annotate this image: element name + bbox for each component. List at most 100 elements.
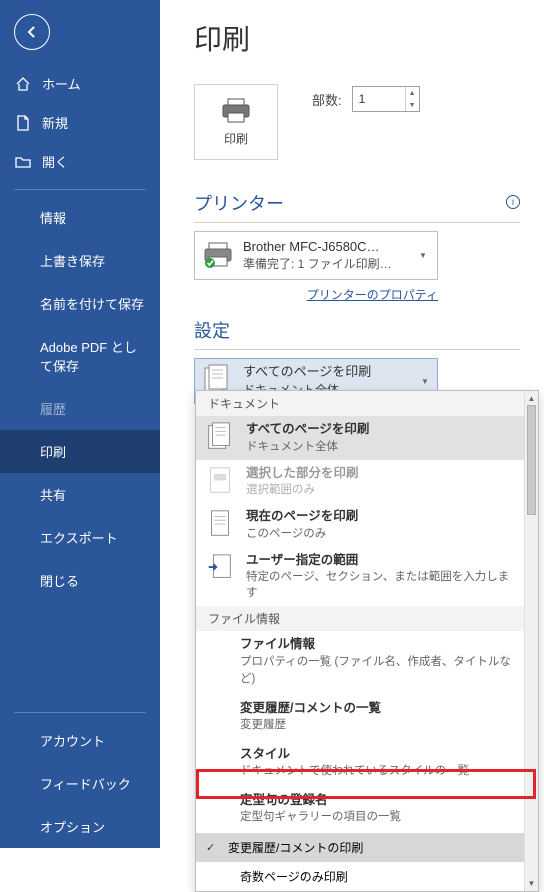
sidebar-item-label: 開く <box>42 152 68 171</box>
backstage-sidebar: ホーム 新規 開く 情報 上書き保存 名前を付けて保存 Adobe PDF とし… <box>0 0 160 848</box>
sidebar-item-share[interactable]: 共有 <box>0 473 160 516</box>
dropdown-item-sub: 特定のページ、セクション、または範囲を入力します <box>246 569 516 601</box>
printer-icon <box>221 98 251 124</box>
dropdown-item-sub: 変更履歴 <box>240 717 516 734</box>
page-selection-icon <box>204 465 236 497</box>
page-range-line1: すべてのページを印刷 <box>243 363 411 382</box>
sidebar-item-label: 印刷 <box>40 442 66 461</box>
print-button-label: 印刷 <box>224 130 248 147</box>
new-doc-icon <box>14 114 32 132</box>
page-title: 印刷 <box>194 18 520 58</box>
dropdown-item-sub: ドキュメント全体 <box>246 439 369 455</box>
sidebar-item-label: 情報 <box>40 208 66 227</box>
back-button[interactable] <box>14 14 50 50</box>
page-arrow-icon <box>204 552 236 584</box>
dropdown-item-title: 変更履歴/コメントの一覧 <box>240 699 516 718</box>
open-folder-icon <box>14 153 32 171</box>
dropdown-item-sub: プロパティの一覧 (ファイル名、作成者、タイトルなど) <box>240 654 516 689</box>
sidebar-item-label: 新規 <box>42 113 68 132</box>
dropdown-item-label: 奇数ページのみ印刷 <box>240 870 348 884</box>
sidebar-item-save-adobe-pdf[interactable]: Adobe PDF として保存 <box>0 325 160 387</box>
dropdown-item-title: ユーザー指定の範囲 <box>246 552 516 570</box>
check-icon: ✓ <box>206 841 218 854</box>
section-divider <box>194 222 520 223</box>
scroll-up-icon[interactable]: ▲ <box>525 391 538 405</box>
sidebar-item-saveas[interactable]: 名前を付けて保存 <box>0 282 160 325</box>
dropdown-item-all-pages[interactable]: すべてのページを印刷ドキュメント全体 <box>196 416 524 460</box>
single-page-icon <box>204 508 236 540</box>
printer-name: Brother MFC-J6580C… <box>243 238 409 256</box>
sidebar-item-home[interactable]: ホーム <box>0 64 160 103</box>
printer-properties-link[interactable]: プリンターのプロパティ <box>307 288 438 302</box>
back-arrow-icon <box>24 24 40 40</box>
copies-label: 部数: <box>312 90 342 109</box>
stepper-down-icon[interactable]: ▼ <box>406 99 419 111</box>
dropdown-item-title: スタイル <box>240 745 516 764</box>
section-title-printer: プリンター <box>194 190 284 216</box>
dropdown-item-current-page[interactable]: 現在のページを印刷このページのみ <box>196 503 524 547</box>
sidebar-item-export[interactable]: エクスポート <box>0 516 160 559</box>
sidebar-item-label: オプション <box>40 817 105 836</box>
scroll-thumb[interactable] <box>527 405 536 515</box>
sidebar-item-label: ホーム <box>42 74 81 93</box>
dropdown-item-title: 選択した部分を印刷 <box>246 465 359 483</box>
sidebar-item-open[interactable]: 開く <box>0 142 160 181</box>
dropdown-item-odd-pages[interactable]: 奇数ページのみ印刷 <box>196 862 524 891</box>
pages-stack-icon <box>204 421 236 453</box>
dropdown-item-markup-list[interactable]: 変更履歴/コメントの一覧 変更履歴 <box>196 695 524 741</box>
dropdown-item-sub: 選択範囲のみ <box>246 482 359 498</box>
dropdown-item-autotext[interactable]: 定型句の登録名 定型句ギャラリーの項目の一覧 <box>196 787 524 833</box>
sidebar-item-label: フィードバック <box>40 774 131 793</box>
page-range-dropdown: ドキュメント すべてのページを印刷ドキュメント全体 選択した部分を印刷選択範囲の… <box>195 390 539 892</box>
dropdown-item-sub: このページのみ <box>246 526 358 542</box>
sidebar-item-account[interactable]: アカウント <box>0 719 160 762</box>
dropdown-scrollbar[interactable]: ▲ ▼ <box>524 391 538 891</box>
dropdown-item-title: すべてのページを印刷 <box>246 421 369 439</box>
sidebar-item-close[interactable]: 閉じる <box>0 559 160 602</box>
dropdown-item-sub: ドキュメントで使われているスタイルの一覧 <box>240 763 516 780</box>
sidebar-item-label: 閉じる <box>40 571 79 590</box>
printer-status: 準備完了: 1 ファイル印刷… <box>243 256 409 273</box>
chevron-down-icon: ▼ <box>421 377 431 386</box>
sidebar-divider <box>14 712 146 713</box>
copies-value: 1 <box>353 92 405 106</box>
sidebar-item-feedback[interactable]: フィードバック <box>0 762 160 805</box>
home-icon <box>14 75 32 93</box>
chevron-down-icon: ▼ <box>419 251 429 260</box>
section-title-settings: 設定 <box>194 317 520 343</box>
sidebar-item-save[interactable]: 上書き保存 <box>0 239 160 282</box>
dropdown-item-styles[interactable]: スタイル ドキュメントで使われているスタイルの一覧 <box>196 741 524 787</box>
printer-ready-icon <box>203 242 233 268</box>
sidebar-item-label: 名前を付けて保存 <box>40 294 144 313</box>
stepper-up-icon[interactable]: ▲ <box>406 87 419 99</box>
sidebar-item-new[interactable]: 新規 <box>0 103 160 142</box>
dropdown-group-fileinfo: ファイル情報 <box>196 606 524 631</box>
dropdown-item-title: ファイル情報 <box>240 635 516 654</box>
sidebar-item-label: 履歴 <box>40 399 66 418</box>
sidebar-item-label: Adobe PDF として保存 <box>40 337 146 375</box>
printer-info-icon[interactable]: i <box>506 195 520 209</box>
section-divider <box>194 349 520 350</box>
sidebar-item-label: エクスポート <box>40 528 118 547</box>
sidebar-item-history[interactable]: 履歴 <box>0 387 160 430</box>
sidebar-item-label: 共有 <box>40 485 66 504</box>
copies-stepper[interactable]: 1 ▲ ▼ <box>352 86 420 112</box>
sidebar-item-label: アカウント <box>40 731 105 750</box>
dropdown-item-custom-range[interactable]: ユーザー指定の範囲特定のページ、セクション、または範囲を入力します <box>196 547 524 607</box>
dropdown-check-print-markup[interactable]: ✓ 変更履歴/コメントの印刷 <box>196 833 524 862</box>
dropdown-item-label: 変更履歴/コメントの印刷 <box>228 839 363 856</box>
sidebar-item-info[interactable]: 情報 <box>0 196 160 239</box>
dropdown-item-sub: 定型句ギャラリーの項目の一覧 <box>240 809 516 826</box>
dropdown-group-document: ドキュメント <box>196 391 524 416</box>
dropdown-item-selection: 選択した部分を印刷選択範囲のみ <box>196 460 524 504</box>
sidebar-item-label: 上書き保存 <box>40 251 105 270</box>
sidebar-item-options[interactable]: オプション <box>0 805 160 848</box>
scroll-down-icon[interactable]: ▼ <box>525 877 538 891</box>
sidebar-item-print[interactable]: 印刷 <box>0 430 160 473</box>
print-button[interactable]: 印刷 <box>194 84 278 160</box>
dropdown-item-fileinfo[interactable]: ファイル情報 プロパティの一覧 (ファイル名、作成者、タイトルなど) <box>196 631 524 694</box>
printer-selector[interactable]: Brother MFC-J6580C… 準備完了: 1 ファイル印刷… ▼ <box>194 231 438 280</box>
dropdown-item-title: 定型句の登録名 <box>240 791 516 810</box>
dropdown-item-title: 現在のページを印刷 <box>246 508 358 526</box>
sidebar-divider <box>14 189 146 190</box>
